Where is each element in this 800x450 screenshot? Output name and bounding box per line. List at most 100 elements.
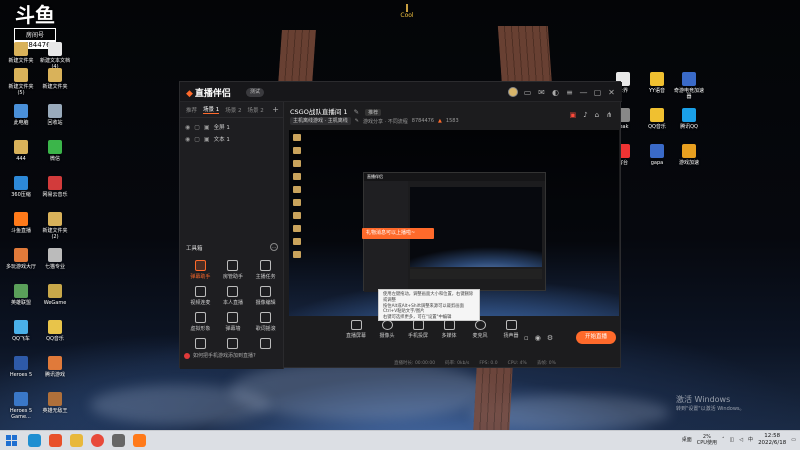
tray-desktop-label[interactable]: 桌面 — [682, 436, 692, 443]
desktop-icon[interactable]: 腾讯游戏 — [38, 356, 72, 378]
desktop-icon-glyph-icon — [14, 320, 28, 334]
eye-icon[interactable]: ◉ — [185, 136, 190, 143]
edit-icon[interactable]: ✎ — [354, 108, 359, 116]
desktop-icon[interactable]: 奇游电竞加速器 — [672, 72, 706, 100]
desktop-icon[interactable]: 新建文件夹 (5) — [4, 68, 38, 96]
minimize-icon[interactable]: — — [579, 88, 588, 97]
capture-control[interactable]: 手机投屏 — [407, 320, 429, 339]
maximize-icon[interactable]: ▢ — [593, 88, 602, 97]
capture-control[interactable]: 多媒体 — [438, 320, 460, 339]
toolbox-item[interactable]: 本人直播 — [217, 286, 250, 306]
desktop-icon[interactable]: QQ音乐 — [640, 108, 674, 130]
skin-icon[interactable]: ◐ — [551, 88, 560, 97]
toolbox-item[interactable]: 视频连麦 — [184, 286, 217, 306]
category-tag[interactable]: 推荐 — [365, 109, 382, 116]
desktop-icon[interactable]: 游戏加速 — [672, 144, 706, 166]
capture-control[interactable]: 摄像头 — [376, 320, 398, 339]
share-icon[interactable]: ⋔ — [606, 111, 612, 119]
desktop-icon[interactable]: 新建文件夹 — [4, 42, 38, 64]
settings-icon[interactable]: ⚙ — [547, 334, 553, 342]
chevron-up-icon[interactable]: ˄ — [722, 437, 725, 443]
desktop-icon[interactable]: 斗鱼直播 — [4, 212, 38, 234]
huya-icon[interactable] — [49, 434, 62, 447]
toolbox-item[interactable]: 主播任务 — [249, 260, 282, 280]
desktop-icon[interactable]: 回收站 — [38, 104, 72, 126]
toolbox-item[interactable] — [217, 338, 250, 351]
network-icon[interactable]: ◫ — [729, 437, 734, 443]
scene-tab[interactable]: 场景 2 — [225, 106, 241, 114]
menu-icon[interactable]: ≡ — [565, 88, 574, 97]
toolbox-item[interactable]: 歌词摇滚 — [249, 312, 282, 332]
lock-icon[interactable]: ▢ — [194, 136, 200, 143]
desktop-icon[interactable]: 多玩游戏大厅 — [4, 248, 38, 270]
message-icon[interactable]: ▭ — [523, 88, 532, 97]
close-icon[interactable]: ✕ — [607, 88, 616, 97]
desktop-icon[interactable]: 新建文本文档 (4) — [38, 42, 72, 70]
pin-icon[interactable]: ⌂ — [595, 111, 599, 119]
desktop-icon[interactable]: 七猫专业 — [38, 248, 72, 270]
gift-icon[interactable]: ▣ — [570, 111, 577, 119]
settings-icon[interactable] — [112, 434, 125, 447]
desktop-icon[interactable]: 微信 — [38, 140, 72, 162]
toolbox-item[interactable]: 弹幕助手 — [184, 260, 217, 280]
windows-start-icon[interactable] — [6, 435, 17, 446]
desktop-icon[interactable]: Heroes 5 Game... — [4, 392, 38, 420]
game-chip[interactable]: 主机离线游戏 · 主机离线 — [290, 117, 351, 125]
toolbox-item[interactable]: 房管助手 — [217, 260, 250, 280]
desktop-icon[interactable]: QQ音乐 — [38, 320, 72, 342]
desktop-icon[interactable]: 444 — [4, 140, 38, 162]
user-avatar[interactable] — [508, 87, 518, 97]
window-titlebar[interactable]: ◆ 直播伴侣 测试 ▭ ✉ ◐ ≡ — ▢ ✕ — [180, 82, 622, 102]
bottom-hint[interactable]: 如何把手机游戏添加到直播? — [184, 352, 256, 359]
cpu-indicator[interactable]: 2% CPU使用 — [697, 434, 717, 446]
toolbox-item[interactable] — [184, 338, 217, 351]
desktop-icon[interactable]: 360压缩 — [4, 176, 38, 198]
toolbox-item[interactable]: 摄像编辑 — [249, 286, 282, 306]
source-item[interactable]: ◉ ▢ ▣ 全屏 1 — [180, 121, 283, 133]
toolbox-item[interactable]: 弹幕墙 — [217, 312, 250, 332]
folder-icon[interactable] — [70, 434, 83, 447]
toolbox-more-icon[interactable]: … — [270, 243, 278, 251]
scene-tab[interactable]: 场景 1 — [203, 105, 220, 114]
desktop-icon[interactable]: 腾讯QQ — [672, 108, 706, 130]
scene-tab[interactable]: 推荐 — [186, 106, 197, 114]
edit-meta-icon[interactable]: ✎ — [355, 118, 359, 124]
desktop-icon[interactable]: 此电脑 — [4, 104, 38, 126]
version-badge[interactable]: 测试 — [246, 88, 265, 97]
chrome-icon[interactable] — [91, 434, 104, 447]
desktop-icon[interactable]: QQ飞车 — [4, 320, 38, 342]
desktop-icon[interactable]: 新建文件夹 — [38, 68, 72, 90]
eye-icon[interactable]: ◉ — [185, 124, 190, 131]
scene-tab[interactable]: 场景 2 — [248, 106, 264, 114]
edge-icon[interactable] — [28, 434, 41, 447]
toolbox-item[interactable] — [249, 338, 282, 351]
camera-icon[interactable]: ▫ — [524, 334, 529, 342]
desktop-icon[interactable]: 英雄无敌王 — [38, 392, 72, 414]
desktop-icon[interactable]: 英雄联盟 — [4, 284, 38, 306]
live-companion-window: ◆ 直播伴侣 测试 ▭ ✉ ◐ ≡ — ▢ ✕ 推荐 场景 1 场景 2 场景 2 + ◉… — [179, 81, 622, 369]
douyu-icon[interactable] — [133, 434, 146, 447]
control-label: 多媒体 — [441, 333, 457, 339]
capture-control[interactable]: 直播屏幕 — [345, 320, 367, 339]
desktop-icon[interactable]: gapa — [640, 144, 674, 166]
volume-icon[interactable]: ◁ — [739, 437, 743, 443]
toolbox-item[interactable]: 虚拟形象 — [184, 312, 217, 332]
start-live-button[interactable]: 开始直播 — [576, 331, 616, 344]
ime-icon[interactable]: 中 — [748, 436, 753, 443]
desktop-icon[interactable]: 网易云音乐 — [38, 176, 72, 198]
desktop-icon[interactable]: 新建文件夹 (2) — [38, 212, 72, 240]
lock-icon[interactable]: ▢ — [194, 124, 200, 131]
add-scene-icon[interactable]: + — [272, 105, 279, 114]
desktop-icon[interactable]: Heroes 5 — [4, 356, 38, 378]
preview-tip[interactable]: 礼物消息可以上播啦~ — [362, 228, 434, 239]
source-item[interactable]: ◉ ▢ ▣ 文本 1 — [180, 133, 283, 145]
bell-icon[interactable]: ♪ — [583, 111, 587, 119]
capture-control[interactable]: 麦克风 — [469, 320, 491, 339]
capture-control[interactable]: 扬声器 — [500, 320, 522, 339]
eye-icon[interactable]: ◉ — [535, 334, 541, 342]
desktop-icon[interactable]: YY语音 — [640, 72, 674, 94]
mail-icon[interactable]: ✉ — [537, 88, 546, 97]
notification-icon[interactable]: ▭ — [791, 437, 796, 443]
desktop-icon[interactable]: WeGame — [38, 284, 72, 306]
clock[interactable]: 12:58 2022/6/18 — [758, 433, 786, 446]
